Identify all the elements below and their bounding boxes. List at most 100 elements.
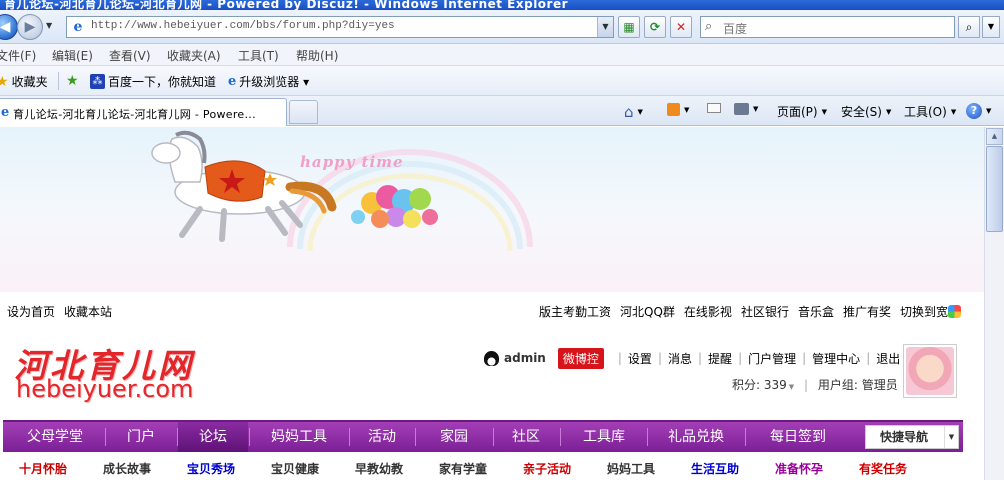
page-viewport: happy time 设为首页 收藏本站 版主考勤工资 河北QQ群 在线影视 社… bbox=[0, 127, 984, 480]
portal-admin-link[interactable]: 门户管理 bbox=[748, 350, 796, 367]
menu-bar: 文件(F) 编辑(E) 查看(V) 收藏夹(A) 工具(T) 帮助(H) bbox=[0, 44, 1004, 66]
refresh-button[interactable]: ⟳ bbox=[644, 16, 666, 38]
scroll-up-button[interactable]: ▲ bbox=[986, 128, 1003, 145]
add-star-icon: ★ bbox=[66, 73, 79, 89]
topbar-link-music[interactable]: 音乐盒 bbox=[798, 303, 834, 320]
topbar-link-bank[interactable]: 社区银行 bbox=[741, 303, 789, 320]
subnav-item[interactable]: 准备怀孕 bbox=[775, 460, 823, 477]
nav-mom-tools[interactable]: 妈妈工具 bbox=[250, 422, 348, 452]
home-button[interactable]: ⌂ ▼ bbox=[624, 103, 643, 121]
compatibility-view-button[interactable]: ▦ bbox=[618, 16, 640, 38]
ie-tab-icon: e bbox=[1, 105, 10, 120]
user-messages-link[interactable]: 消息 bbox=[668, 350, 692, 367]
avatar[interactable] bbox=[903, 344, 957, 398]
rss-icon bbox=[667, 103, 680, 116]
nav-events[interactable]: 活动 bbox=[350, 422, 414, 452]
user-group-link[interactable]: 用户组: 管理员 bbox=[818, 378, 898, 392]
page-menu[interactable]: 页面(P) ▼ bbox=[777, 103, 827, 120]
user-score-row: 积分: 339 ▼ | 用户组: 管理员 bbox=[732, 378, 898, 392]
favorites-bar: ★ 收藏夹 ★ ⁂ 百度一下，你就知道 e 升级浏览器 ▾ bbox=[0, 66, 1004, 96]
user-info-bar: admin 微博控 | 设置 | 消息 | 提醒 | 门户管理 | 管理中心 |… bbox=[484, 347, 900, 369]
topbar-link-promo[interactable]: 推广有奖 bbox=[843, 303, 891, 320]
menu-favorites[interactable]: 收藏夹(A) bbox=[167, 47, 221, 64]
read-mail-button[interactable] bbox=[707, 103, 721, 113]
back-button[interactable]: ◀ bbox=[0, 14, 18, 40]
menu-help[interactable]: 帮助(H) bbox=[296, 47, 338, 64]
search-icon: ⌕ bbox=[705, 19, 713, 34]
nav-daily-checkin[interactable]: 每日签到 bbox=[746, 422, 850, 452]
nav-gift-exchange[interactable]: 礼品兑换 bbox=[648, 422, 744, 452]
subnav-item[interactable]: 早教幼教 bbox=[355, 460, 403, 477]
baidu-paw-icon: ⁂ bbox=[90, 74, 105, 89]
safety-menu[interactable]: 安全(S) ▼ bbox=[841, 103, 891, 120]
main-nav: 父母学堂 门户 论坛 妈妈工具 活动 家园 社区 工具库 礼品兑换 每日签到 快… bbox=[3, 420, 963, 452]
banner-artwork bbox=[151, 130, 533, 252]
subnav-item[interactable]: 十月怀胎 bbox=[19, 460, 67, 477]
user-notifications-link[interactable]: 提醒 bbox=[708, 350, 732, 367]
menu-file[interactable]: 文件(F) bbox=[0, 47, 36, 64]
vertical-scrollbar[interactable]: ▲ bbox=[984, 127, 1004, 480]
search-options-dropdown[interactable]: ▼ bbox=[982, 16, 1000, 38]
menu-tools[interactable]: 工具(T) bbox=[238, 47, 279, 64]
search-input[interactable]: ⌕ 百度 bbox=[700, 16, 955, 38]
site-logo-domain[interactable]: hebeiyuer.com bbox=[16, 375, 193, 403]
ie-icon: e bbox=[228, 74, 237, 89]
nav-community[interactable]: 社区 bbox=[494, 422, 558, 452]
weibo-button[interactable]: 微博控 bbox=[557, 347, 604, 369]
topbar-link-qq-group[interactable]: 河北QQ群 bbox=[620, 303, 675, 320]
tools-menu[interactable]: 工具(O) ▼ bbox=[904, 103, 956, 120]
subnav-item[interactable]: 亲子活动 bbox=[523, 460, 571, 477]
print-button[interactable]: ▼ bbox=[734, 103, 758, 115]
nav-home[interactable]: 家园 bbox=[416, 422, 492, 452]
feeds-button[interactable]: ▼ bbox=[667, 103, 689, 116]
stop-button[interactable]: ✕ bbox=[670, 16, 692, 38]
address-input[interactable]: e http://www.hebeiyuer.com/bbs/forum.php… bbox=[66, 16, 614, 38]
favorites-button[interactable]: ★ 收藏夹 bbox=[0, 73, 48, 90]
bookmark-site-link[interactable]: 收藏本站 bbox=[64, 303, 112, 320]
forward-button[interactable]: ▶ bbox=[17, 14, 43, 40]
subnav-item[interactable]: 宝贝秀场 bbox=[187, 460, 235, 477]
logout-link[interactable]: 退出 bbox=[876, 350, 900, 367]
set-homepage-link[interactable]: 设为首页 bbox=[7, 303, 55, 320]
score-dropdown-icon[interactable]: ▼ bbox=[789, 383, 794, 391]
quick-nav-dropdown[interactable]: 快捷导航 ▼ bbox=[865, 425, 959, 449]
tab-forum[interactable]: e 育儿论坛-河北育儿论坛-河北育儿网 - Powere... bbox=[0, 98, 287, 126]
wide-mode-icon[interactable] bbox=[948, 305, 961, 318]
star-icon: ★ bbox=[0, 73, 9, 90]
sub-nav: 十月怀胎 成长故事 宝贝秀场 宝贝健康 早教幼教 家有学童 亲子活动 妈妈工具 生活互助 准备怀孕… bbox=[0, 458, 984, 480]
window-titlebar: 育儿论坛-河北育儿论坛-河北育儿网 - Powered by Discuz! -… bbox=[0, 0, 1004, 10]
site-topbar-right: 版主考勤工资 河北QQ群 在线影视 社区银行 音乐盒 推广有奖 切换到宽版 bbox=[539, 303, 960, 320]
fav-baidu[interactable]: ⁂ 百度一下，你就知道 bbox=[90, 73, 216, 90]
score-link[interactable]: 积分: 339 bbox=[732, 378, 787, 392]
tab-bar: e 育儿论坛-河北育儿论坛-河北育儿网 - Powere... ⌂ ▼ ▼ ▼ 页… bbox=[0, 96, 1004, 126]
new-tab-button[interactable] bbox=[289, 100, 318, 124]
subnav-item[interactable]: 妈妈工具 bbox=[607, 460, 655, 477]
nav-portal[interactable]: 门户 bbox=[107, 422, 175, 452]
help-button[interactable]: ? ▼ bbox=[966, 103, 991, 119]
menu-edit[interactable]: 编辑(E) bbox=[52, 47, 93, 64]
subnav-item[interactable]: 有奖任务 bbox=[859, 460, 907, 477]
fav-upgrade-browser[interactable]: e 升级浏览器 ▾ bbox=[228, 73, 309, 90]
nav-toolbox[interactable]: 工具库 bbox=[561, 422, 647, 452]
scroll-thumb[interactable] bbox=[986, 146, 1003, 232]
window-title: 育儿论坛-河北育儿论坛-河北育儿网 - Powered by Discuz! -… bbox=[4, 0, 569, 10]
admin-center-link[interactable]: 管理中心 bbox=[812, 350, 860, 367]
search-go-button[interactable]: ⌕ bbox=[958, 16, 980, 38]
user-settings-link[interactable]: 设置 bbox=[628, 350, 652, 367]
subnav-item[interactable]: 成长故事 bbox=[103, 460, 151, 477]
nav-parent-school[interactable]: 父母学堂 bbox=[13, 422, 97, 452]
topbar-link-moderator-pay[interactable]: 版主考勤工资 bbox=[539, 303, 611, 320]
subnav-item[interactable]: 生活互助 bbox=[691, 460, 739, 477]
help-icon: ? bbox=[966, 103, 982, 119]
history-dropdown-icon[interactable]: ▼ bbox=[46, 21, 52, 30]
subnav-item[interactable]: 宝贝健康 bbox=[271, 460, 319, 477]
username-link[interactable]: admin bbox=[504, 351, 546, 365]
address-dropdown-icon[interactable]: ▼ bbox=[597, 17, 613, 37]
ie-page-icon: e bbox=[73, 19, 83, 35]
subnav-item[interactable]: 家有学童 bbox=[439, 460, 487, 477]
add-favorite-button[interactable]: ★ bbox=[66, 73, 79, 89]
nav-forum[interactable]: 论坛 bbox=[178, 422, 248, 452]
menu-view[interactable]: 查看(V) bbox=[109, 47, 151, 64]
topbar-link-online-video[interactable]: 在线影视 bbox=[684, 303, 732, 320]
tab-title: 育儿论坛-河北育儿论坛-河北育儿网 - Powere... bbox=[13, 108, 256, 121]
